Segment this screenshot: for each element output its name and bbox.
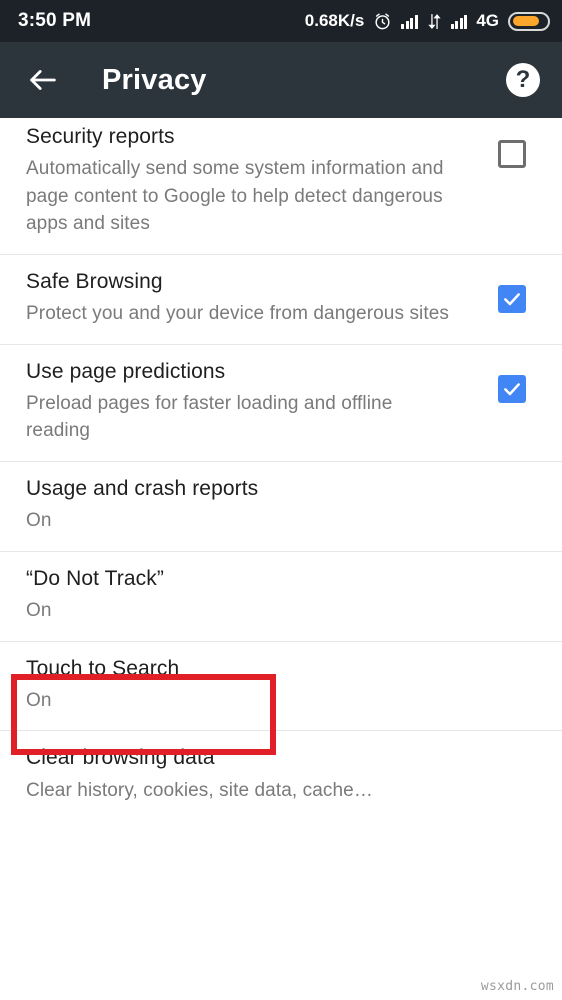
setting-subtitle: Preload pages for faster loading and off… (26, 392, 393, 442)
setting-row-page-predictions[interactable]: Use page predictions Preload pages for f… (0, 345, 562, 463)
settings-list: Security reports Automatically send some… (0, 118, 562, 821)
setting-subtitle: On (26, 600, 52, 622)
setting-title: Clear browsing data (26, 746, 215, 770)
network-speed-label: 0.68K/s (304, 11, 365, 30)
setting-title: Touch to Search (26, 656, 180, 680)
setting-texts: Security reports Automatically send some… (26, 124, 498, 238)
status-bar: 3:50 PM 0.68K/s 4G (0, 0, 562, 42)
setting-texts: Safe Browsing Protect you and your devic… (26, 269, 498, 328)
setting-subtitle: On (26, 689, 52, 711)
signal-bars-icon-2 (450, 14, 468, 29)
status-bar-icons: 0.68K/s 4G (305, 11, 550, 31)
setting-texts: Clear browsing data Clear history, cooki… (26, 745, 538, 804)
phone-screen: 3:50 PM 0.68K/s 4G Privacy ? Security re… (0, 0, 562, 1000)
watermark: wsxdn.com (480, 979, 554, 994)
setting-subtitle: Clear history, cookies, site data, cache… (26, 779, 373, 801)
checkbox-page-predictions[interactable] (498, 374, 526, 403)
setting-row-security-reports[interactable]: Security reports Automatically send some… (0, 118, 562, 255)
setting-texts: Use page predictions Preload pages for f… (26, 359, 498, 445)
setting-title: Security reports (26, 125, 175, 148)
setting-subtitle: On (26, 510, 52, 532)
signal-bars-icon (401, 14, 418, 29)
setting-texts: “Do Not Track” On (26, 566, 538, 625)
setting-subtitle: Automatically send some system informati… (26, 158, 444, 235)
setting-texts: Touch to Search On (26, 656, 538, 715)
setting-row-touch-to-search[interactable]: Touch to Search On (0, 642, 562, 732)
checkbox-checked-icon[interactable] (498, 374, 526, 403)
checkbox-checked-icon[interactable] (498, 284, 526, 313)
setting-row-do-not-track[interactable]: “Do Not Track” On (0, 552, 562, 642)
data-transfer-icon (427, 13, 442, 30)
checkbox-security-reports[interactable] (498, 140, 526, 168)
alarm-clock-icon (373, 12, 392, 31)
page-title: Privacy (102, 63, 207, 96)
help-icon[interactable]: ? (506, 63, 540, 97)
setting-texts: Usage and crash reports On (26, 476, 538, 535)
checkbox-safe-browsing[interactable] (498, 284, 526, 313)
setting-title: Safe Browsing (26, 269, 163, 293)
setting-row-usage-crash-reports[interactable]: Usage and crash reports On (0, 462, 562, 552)
back-arrow-icon[interactable] (26, 63, 60, 97)
setting-row-safe-browsing[interactable]: Safe Browsing Protect you and your devic… (0, 255, 562, 345)
network-type-label: 4G (476, 11, 499, 30)
app-toolbar: Privacy ? (0, 42, 562, 118)
setting-title: Usage and crash reports (26, 477, 259, 501)
status-clock: 3:50 PM (18, 10, 92, 31)
setting-title: “Do Not Track” (26, 566, 164, 590)
checkbox-unchecked-icon[interactable] (498, 140, 526, 168)
setting-subtitle: Protect you and your device from dangero… (26, 303, 450, 325)
battery-icon (508, 11, 550, 31)
setting-row-clear-browsing-data[interactable]: Clear browsing data Clear history, cooki… (0, 731, 562, 820)
setting-title: Use page predictions (26, 359, 226, 383)
